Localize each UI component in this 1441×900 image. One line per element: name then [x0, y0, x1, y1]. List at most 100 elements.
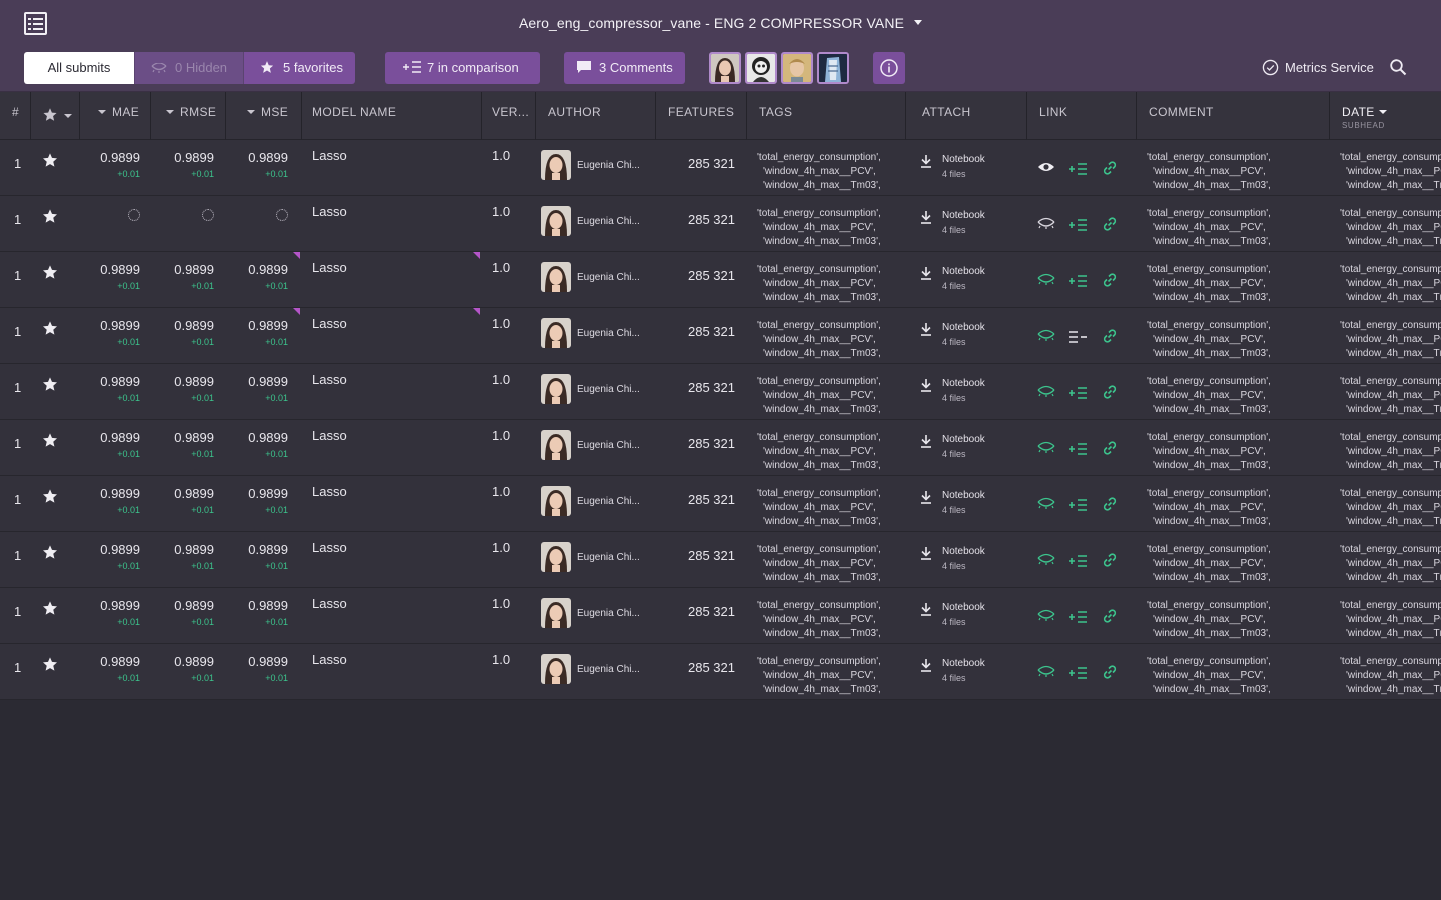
feature-count: 285 321 — [688, 324, 735, 339]
search-icon[interactable] — [1389, 58, 1407, 76]
column-version[interactable]: VER... — [492, 92, 529, 140]
comments-button[interactable]: 3 Comments — [564, 52, 685, 84]
link-icon[interactable] — [1102, 216, 1120, 232]
info-button[interactable] — [873, 52, 905, 84]
link-icon[interactable] — [1102, 160, 1120, 176]
remove-from-comparison-icon[interactable] — [1069, 330, 1087, 346]
filter-favorites[interactable]: 5 favorites — [243, 52, 355, 84]
add-to-comparison-icon[interactable] — [1069, 498, 1087, 514]
attachment-download[interactable]: Notebook 4 files — [920, 265, 1010, 293]
add-to-comparison-icon[interactable] — [1069, 386, 1087, 402]
table-row[interactable]: 1 0.9899 +0.01 0.9899 +0.01 0.9899 +0.01… — [0, 364, 1441, 420]
table-row[interactable]: 1 0.9899 +0.01 0.9899 +0.01 0.9899 +0.01… — [0, 644, 1441, 700]
table-row[interactable]: 1 Lasso 1.0 Eugenia Chi... 285 321 'tota… — [0, 196, 1441, 252]
table-row[interactable]: 1 0.9899 +0.01 0.9899 +0.01 0.9899 +0.01… — [0, 308, 1441, 364]
link-icon[interactable] — [1102, 328, 1120, 344]
star-icon[interactable] — [42, 320, 58, 336]
filter-all-submits[interactable]: All submits — [24, 52, 134, 84]
link-icon[interactable] — [1102, 552, 1120, 568]
column-date[interactable]: DATE SUBHEAD — [1342, 92, 1387, 140]
eye-closed-icon[interactable] — [1037, 664, 1055, 680]
comparison-button[interactable]: 7 in comparison — [385, 52, 540, 84]
author[interactable]: Eugenia Chi... — [541, 542, 651, 572]
link-icon[interactable] — [1102, 272, 1120, 288]
link-icon[interactable] — [1102, 664, 1120, 680]
eye-icon[interactable] — [1037, 160, 1055, 176]
table-row[interactable]: 1 0.9899 +0.01 0.9899 +0.01 0.9899 +0.01… — [0, 420, 1441, 476]
star-icon[interactable] — [42, 656, 58, 672]
column-author[interactable]: AUTHOR — [548, 92, 601, 140]
attachment-download[interactable]: Notebook 4 files — [920, 545, 1010, 573]
column-mse[interactable]: MSE — [247, 92, 288, 140]
attachment-download[interactable]: Notebook 4 files — [920, 601, 1010, 629]
table-row[interactable]: 1 0.9899 +0.01 0.9899 +0.01 0.9899 +0.01… — [0, 476, 1441, 532]
avatar[interactable] — [817, 52, 849, 84]
author[interactable]: Eugenia Chi... — [541, 318, 651, 348]
attachment-download[interactable]: Notebook 4 files — [920, 321, 1010, 349]
project-title-dropdown[interactable]: Aero_eng_compressor_vane - ENG 2 COMPRES… — [0, 15, 1441, 31]
star-icon[interactable] — [42, 264, 58, 280]
table-row[interactable]: 1 0.9899 +0.01 0.9899 +0.01 0.9899 +0.01… — [0, 532, 1441, 588]
attachment-download[interactable]: Notebook 4 files — [920, 489, 1010, 517]
comment-line: 'window_4h_max__PCV', — [1153, 670, 1266, 681]
link-icon[interactable] — [1102, 496, 1120, 512]
star-icon[interactable] — [42, 152, 58, 168]
table-row[interactable]: 1 0.9899 +0.01 0.9899 +0.01 0.9899 +0.01… — [0, 140, 1441, 196]
link-icon[interactable] — [1102, 384, 1120, 400]
star-icon[interactable] — [42, 544, 58, 560]
star-icon[interactable] — [42, 376, 58, 392]
column-rmse[interactable]: RMSE — [166, 92, 216, 140]
column-attach[interactable]: ATTACH — [922, 92, 971, 140]
author[interactable]: Eugenia Chi... — [541, 374, 651, 404]
add-to-comparison-icon[interactable] — [1069, 162, 1087, 178]
column-comment[interactable]: COMMENT — [1149, 92, 1214, 140]
add-to-comparison-icon[interactable] — [1069, 610, 1087, 626]
author[interactable]: Eugenia Chi... — [541, 430, 651, 460]
filter-hidden[interactable]: 0 Hidden — [134, 52, 243, 84]
tags-line: 'window_4h_max__Tm03', — [763, 684, 881, 695]
avatar[interactable] — [745, 52, 777, 84]
eye-closed-icon[interactable] — [1037, 216, 1055, 232]
attachment-download[interactable]: Notebook 4 files — [920, 377, 1010, 405]
column-rank[interactable]: # — [12, 92, 19, 140]
attachment-download[interactable]: Notebook 4 files — [920, 657, 1010, 685]
table-row[interactable]: 1 0.9899 +0.01 0.9899 +0.01 0.9899 +0.01… — [0, 588, 1441, 644]
author[interactable]: Eugenia Chi... — [541, 150, 651, 180]
eye-closed-icon[interactable] — [1037, 496, 1055, 512]
column-favorite[interactable] — [42, 92, 72, 140]
column-features[interactable]: FEATURES — [668, 92, 734, 140]
add-to-comparison-icon[interactable] — [1069, 218, 1087, 234]
attachment-download[interactable]: Notebook 4 files — [920, 209, 1010, 237]
eye-closed-icon[interactable] — [1037, 272, 1055, 288]
column-mae[interactable]: MAE — [98, 92, 139, 140]
column-link[interactable]: LINK — [1039, 92, 1067, 140]
star-icon[interactable] — [42, 432, 58, 448]
table-row[interactable]: 1 0.9899 +0.01 0.9899 +0.01 0.9899 +0.01… — [0, 252, 1441, 308]
star-icon[interactable] — [42, 208, 58, 224]
add-to-comparison-icon[interactable] — [1069, 274, 1087, 290]
author[interactable]: Eugenia Chi... — [541, 262, 651, 292]
author[interactable]: Eugenia Chi... — [541, 598, 651, 628]
eye-closed-icon[interactable] — [1037, 440, 1055, 456]
link-icon[interactable] — [1102, 440, 1120, 456]
column-tags[interactable]: TAGS — [759, 92, 792, 140]
column-model-name[interactable]: MODEL NAME — [312, 92, 396, 140]
add-to-comparison-icon[interactable] — [1069, 442, 1087, 458]
link-icon[interactable] — [1102, 608, 1120, 624]
add-to-comparison-icon[interactable] — [1069, 554, 1087, 570]
eye-closed-icon[interactable] — [1037, 384, 1055, 400]
star-icon[interactable] — [42, 488, 58, 504]
author[interactable]: Eugenia Chi... — [541, 486, 651, 516]
avatar[interactable] — [709, 52, 741, 84]
metrics-service-link[interactable]: Metrics Service — [1262, 59, 1374, 76]
add-to-comparison-icon[interactable] — [1069, 666, 1087, 682]
eye-closed-icon[interactable] — [1037, 608, 1055, 624]
author[interactable]: Eugenia Chi... — [541, 654, 651, 684]
attachment-download[interactable]: Notebook 4 files — [920, 153, 1010, 181]
attachment-download[interactable]: Notebook 4 files — [920, 433, 1010, 461]
eye-closed-icon[interactable] — [1037, 552, 1055, 568]
eye-closed-icon[interactable] — [1037, 328, 1055, 344]
star-icon[interactable] — [42, 600, 58, 616]
avatar[interactable] — [781, 52, 813, 84]
author[interactable]: Eugenia Chi... — [541, 206, 651, 236]
